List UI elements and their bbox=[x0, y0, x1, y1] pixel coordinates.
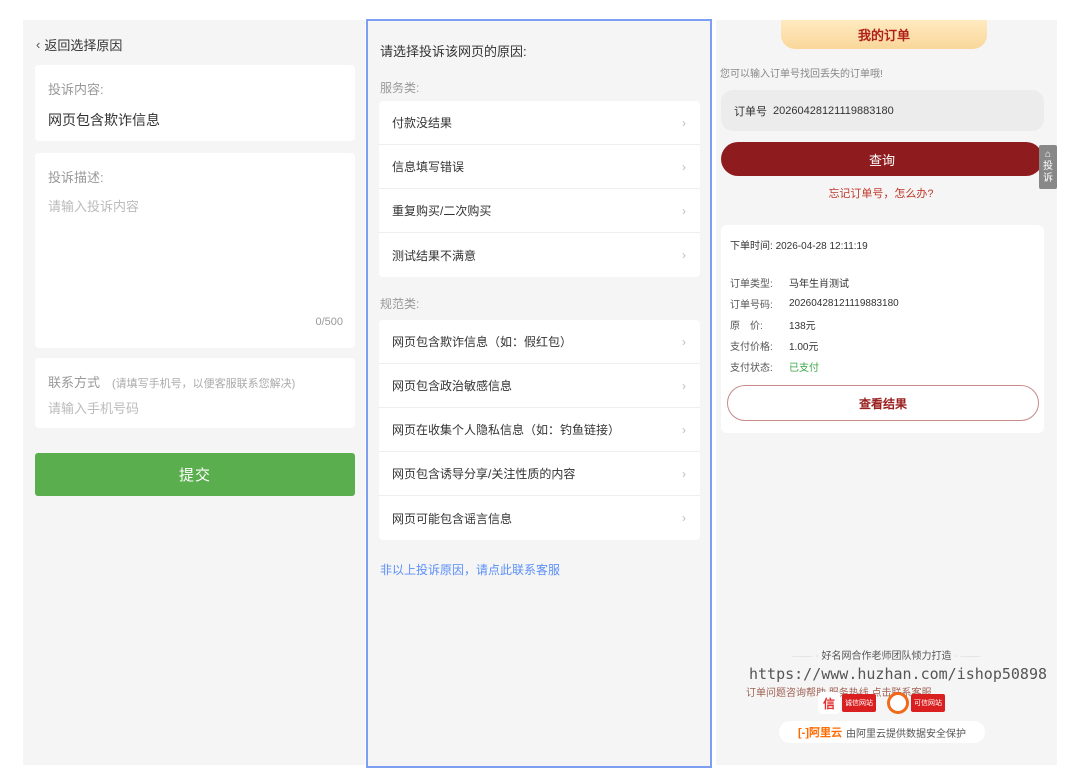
side-tab-char: 投 bbox=[1043, 161, 1053, 172]
reason-item[interactable]: 网页在收集个人隐私信息（如：钓鱼链接） › bbox=[379, 408, 700, 452]
description-label: 投诉描述: bbox=[48, 170, 104, 185]
order-time-value: 2026-04-28 12:11:19 bbox=[775, 241, 868, 252]
detail-key: 支付状态: bbox=[730, 363, 773, 374]
back-label: 返回选择原因 bbox=[44, 38, 123, 53]
order-number-value: 20260428121119883180 bbox=[773, 104, 894, 117]
credible-ring-icon bbox=[887, 692, 909, 714]
chevron-right-icon: › bbox=[682, 203, 686, 218]
view-result-button[interactable]: 查看结果 bbox=[727, 385, 1039, 421]
detail-value: 马年生肖测试 bbox=[789, 279, 849, 290]
description-card: 投诉描述: 0/500 bbox=[35, 153, 355, 348]
reason-selection-panel: 请选择投诉该网页的原因: 服务类: 付款没结果 › 信息填写错误 › 重复购买/二次… bbox=[366, 19, 712, 768]
detail-key: 支付价格: bbox=[730, 342, 773, 353]
contact-card: 联系方式 (请填写手机号，以便客服联系您解决) bbox=[35, 358, 355, 428]
complaint-content-value: 网页包含欺诈信息 bbox=[48, 112, 160, 128]
complaint-content-label: 投诉内容: bbox=[48, 82, 104, 97]
aliyun-logo: [-]阿里云 bbox=[798, 727, 842, 739]
chevron-right-icon: › bbox=[682, 511, 686, 525]
detail-key: 订单类型: bbox=[730, 279, 773, 290]
reason-item[interactable]: 网页包含欺诈信息（如：假红包） › bbox=[379, 320, 700, 364]
service-section-label: 服务类: bbox=[380, 81, 420, 95]
query-button[interactable]: 查询 bbox=[721, 142, 1043, 176]
my-order-panel: 我的订单 您可以输入订单号找回丢失的订单哦! 订单号 2026042812111… bbox=[716, 20, 1057, 765]
reason-label: 网页包含欺诈信息（如：假红包） bbox=[392, 335, 573, 349]
detail-key: 订单号码: bbox=[730, 300, 773, 311]
reason-item[interactable]: 网页包含诱导分享/关注性质的内容 › bbox=[379, 452, 700, 496]
forgot-order-link[interactable]: 忘记订单号，怎么办? bbox=[716, 185, 1046, 201]
detail-row: 支付状态: 已支付 bbox=[730, 356, 1035, 377]
reason-label: 测试结果不满意 bbox=[392, 248, 477, 263]
submit-button[interactable]: 提交 bbox=[35, 453, 355, 496]
char-counter: 0/500 bbox=[315, 316, 343, 328]
reason-item[interactable]: 网页可能包含谣言信息 › bbox=[379, 496, 700, 540]
trusted-site-badge[interactable]: 信 诚信网站 bbox=[818, 692, 876, 714]
order-number-label: 订单号 bbox=[734, 105, 767, 118]
trust-shield-icon: 信 bbox=[818, 692, 840, 714]
chevron-right-icon: › bbox=[682, 115, 686, 130]
reason-label: 网页在收集个人隐私信息（如：钓鱼链接） bbox=[392, 423, 621, 437]
reason-label: 信息填写错误 bbox=[392, 160, 465, 174]
detail-row: 原 价: 138元 bbox=[730, 314, 1035, 335]
detail-row: 订单号码: 20260428121119883180 bbox=[730, 293, 1035, 314]
my-order-title: 我的订单 bbox=[781, 20, 987, 49]
back-link[interactable]: ‹ 返回选择原因 bbox=[36, 35, 122, 54]
team-credit-text: 好名网合作老师团队倾力打造 bbox=[821, 651, 952, 662]
aliyun-badge: [-]阿里云 由阿里云提供数据安全保护 bbox=[779, 721, 985, 743]
trust-badges: 信 诚信网站 可信网站 bbox=[818, 692, 945, 714]
phone-input[interactable] bbox=[48, 401, 342, 416]
detail-value: 20260428121119883180 bbox=[789, 298, 899, 309]
description-textarea[interactable] bbox=[48, 196, 342, 316]
detail-row: 订单类型: 马年生肖测试 bbox=[730, 272, 1035, 293]
reason-label: 网页可能包含谣言信息 bbox=[392, 511, 513, 526]
badge-text: 诚信网站 bbox=[842, 694, 876, 712]
complaint-side-tab[interactable]: ⌂ 投 诉 bbox=[1039, 145, 1057, 189]
contact-hint: (请填写手机号，以便客服联系您解决) bbox=[112, 378, 296, 390]
order-info-card: 下单时间: 2026-04-28 12:11:19 订单类型: 马年生肖测试 订单… bbox=[721, 225, 1044, 433]
order-time: 下单时间: 2026-04-28 12:11:19 bbox=[730, 237, 1035, 252]
complaint-form-panel: ‹ 返回选择原因 投诉内容: 网页包含欺诈信息 投诉描述: 0/500 联系方式… bbox=[23, 20, 365, 765]
reason-item[interactable]: 重复购买/二次购买 › bbox=[379, 189, 700, 233]
contact-label: 联系方式 bbox=[48, 375, 101, 390]
chevron-right-icon: › bbox=[682, 159, 686, 174]
norm-reason-list: 网页包含欺诈信息（如：假红包） › 网页包含政治敏感信息 › 网页在收集个人隐私信息… bbox=[379, 320, 700, 540]
chevron-right-icon: › bbox=[682, 334, 686, 349]
detail-row: 支付价格: 1.00元 bbox=[730, 335, 1035, 356]
reason-title: 请选择投诉该网页的原因: bbox=[380, 44, 527, 59]
team-credit: —— ◦ 好名网合作老师团队倾力打造 ◦ —— bbox=[792, 651, 981, 662]
norm-section-label: 规范类: bbox=[380, 297, 420, 311]
reason-label: 网页包含诱导分享/关注性质的内容 bbox=[392, 467, 576, 481]
order-hint: 您可以输入订单号找回丢失的订单哦! bbox=[720, 69, 883, 80]
reason-item[interactable]: 网页包含政治敏感信息 › bbox=[379, 364, 700, 408]
reason-item[interactable]: 信息填写错误 › bbox=[379, 145, 700, 189]
watermark-text: https://www.huzhan.com/ishop50898 bbox=[749, 665, 1048, 683]
badge-text: 可信网站 bbox=[911, 694, 945, 712]
side-tab-char: 诉 bbox=[1043, 173, 1053, 184]
chevron-right-icon: › bbox=[682, 466, 686, 481]
chevron-right-icon: › bbox=[682, 378, 686, 393]
reason-item[interactable]: 付款没结果 › bbox=[379, 101, 700, 145]
aliyun-text: 由阿里云提供数据安全保护 bbox=[846, 728, 966, 740]
complaint-content-card: 投诉内容: 网页包含欺诈信息 bbox=[35, 65, 355, 141]
payment-status: 已支付 bbox=[789, 363, 819, 374]
contact-support-link[interactable]: 非以上投诉原因，请点此联系客服 bbox=[380, 561, 560, 578]
chevron-right-icon: › bbox=[682, 422, 686, 437]
service-reason-list: 付款没结果 › 信息填写错误 › 重复购买/二次购买 › 测试结果不满意 › bbox=[379, 101, 700, 277]
order-number-field[interactable]: 订单号 20260428121119883180 bbox=[721, 90, 1044, 131]
reason-label: 网页包含政治敏感信息 bbox=[392, 379, 513, 393]
chevron-left-icon: ‹ bbox=[36, 37, 41, 52]
reason-label: 重复购买/二次购买 bbox=[392, 204, 492, 218]
reason-label: 付款没结果 bbox=[392, 116, 453, 130]
detail-key: 原 价: bbox=[730, 321, 763, 332]
reason-item[interactable]: 测试结果不满意 › bbox=[379, 233, 700, 277]
bell-icon: ⌂ bbox=[1044, 149, 1052, 160]
order-time-label: 下单时间: bbox=[730, 241, 773, 252]
detail-value: 1.00元 bbox=[789, 342, 819, 353]
detail-value: 138元 bbox=[789, 321, 816, 332]
chevron-right-icon: › bbox=[682, 248, 686, 262]
credible-site-badge[interactable]: 可信网站 bbox=[887, 692, 945, 714]
